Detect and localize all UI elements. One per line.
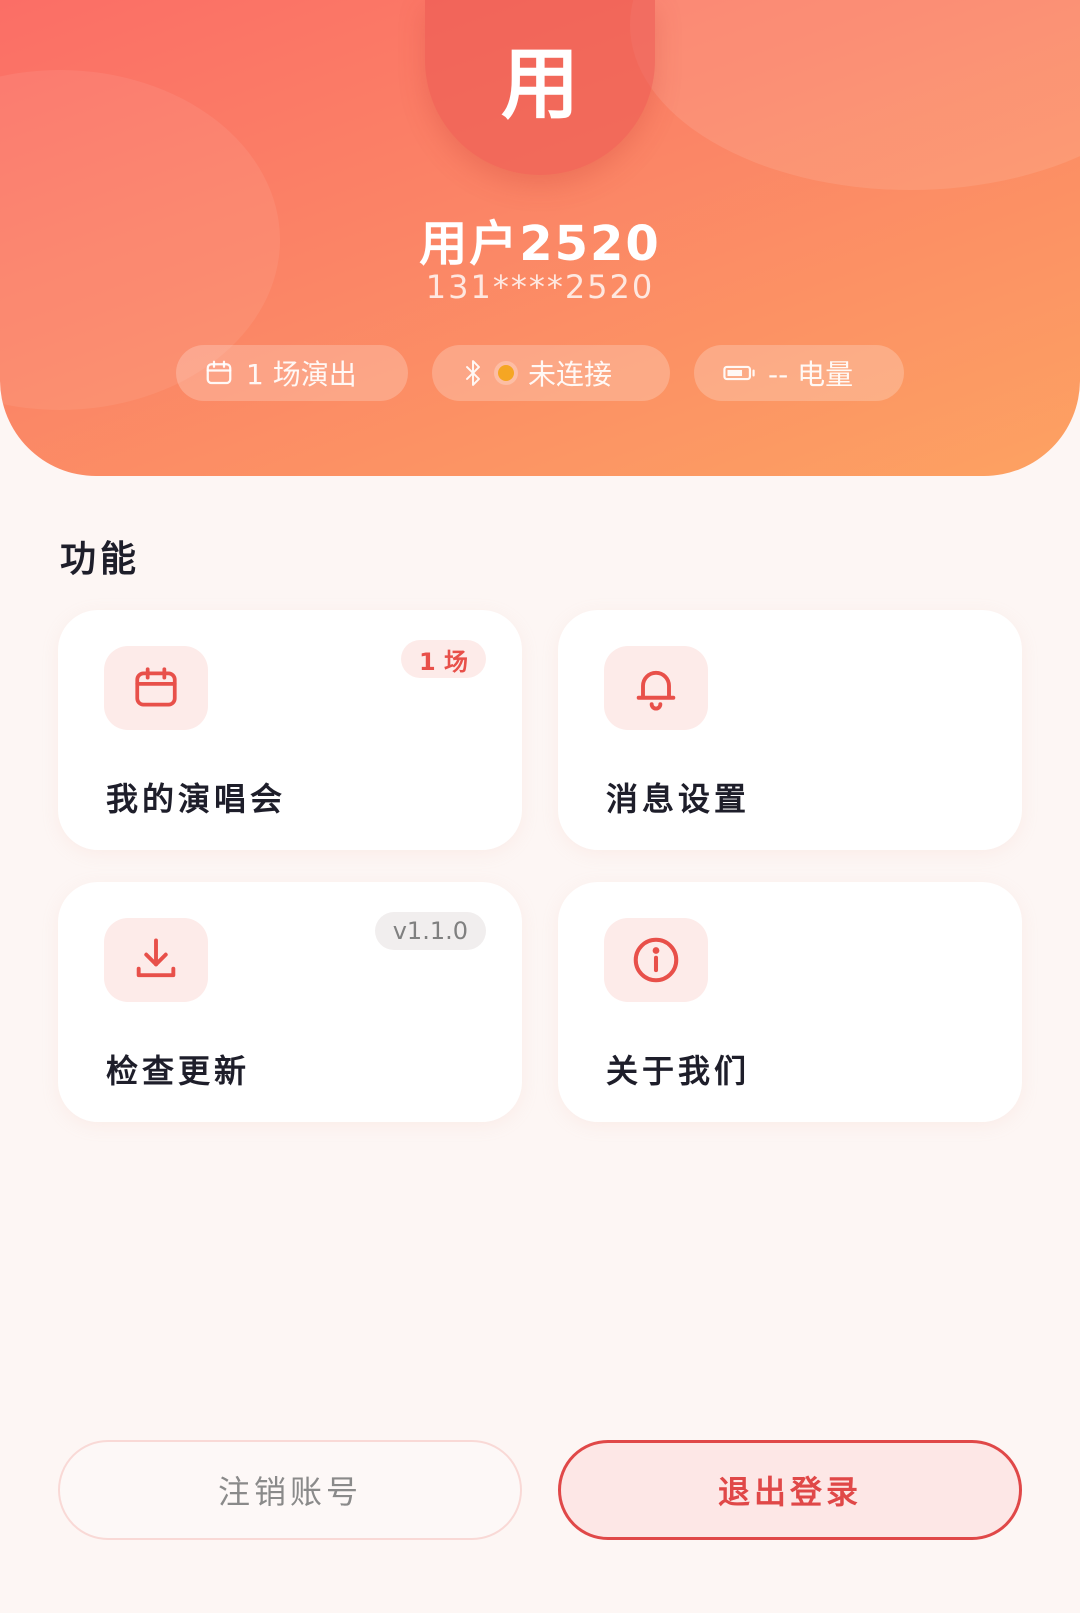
card-my-concerts[interactable]: 1 场 我的演唱会 [58, 610, 522, 850]
card-label: 检查更新 [106, 1052, 251, 1090]
card-label: 关于我们 [606, 1052, 751, 1090]
info-icon [604, 918, 708, 1002]
calendar-icon [204, 358, 234, 388]
profile-header: 用 用户2520 131****2520 1 场演出 未连接 -- 电量 [0, 0, 1080, 476]
stat-battery[interactable]: -- 电量 [694, 345, 904, 401]
user-name: 用户2520 [419, 216, 661, 272]
stats-row: 1 场演出 未连接 -- 电量 [0, 345, 1080, 401]
stat-concerts-label: 1 场演出 [246, 358, 357, 391]
user-phone: 131****2520 [425, 268, 655, 306]
logout-button[interactable]: 退出登录 [558, 1440, 1022, 1540]
download-icon [104, 918, 208, 1002]
section-title: 功能 [60, 539, 141, 580]
connection-status-dot [498, 365, 514, 381]
card-about-us[interactable]: 关于我们 [558, 882, 1022, 1122]
delete-account-button[interactable]: 注销账号 [58, 1440, 522, 1540]
bluetooth-icon [460, 358, 486, 388]
card-check-update[interactable]: v1.1.0 检查更新 [58, 882, 522, 1122]
battery-icon [722, 358, 756, 388]
card-label: 我的演唱会 [106, 780, 287, 818]
card-message-settings[interactable]: 消息设置 [558, 610, 1022, 850]
calendar-icon [104, 646, 208, 730]
stat-connection-label: 未连接 [528, 358, 613, 391]
version-badge: v1.1.0 [374, 912, 486, 950]
avatar-initial: 用 [500, 39, 579, 130]
card-label: 消息设置 [606, 780, 751, 818]
stat-battery-label: -- 电量 [768, 358, 854, 391]
avatar[interactable]: 用 [425, 0, 655, 175]
bell-icon [604, 646, 708, 730]
header-decoration [630, 0, 1080, 190]
stat-connection[interactable]: 未连接 [432, 345, 670, 401]
stat-concerts[interactable]: 1 场演出 [176, 345, 408, 401]
concert-count-badge: 1 场 [400, 640, 486, 678]
